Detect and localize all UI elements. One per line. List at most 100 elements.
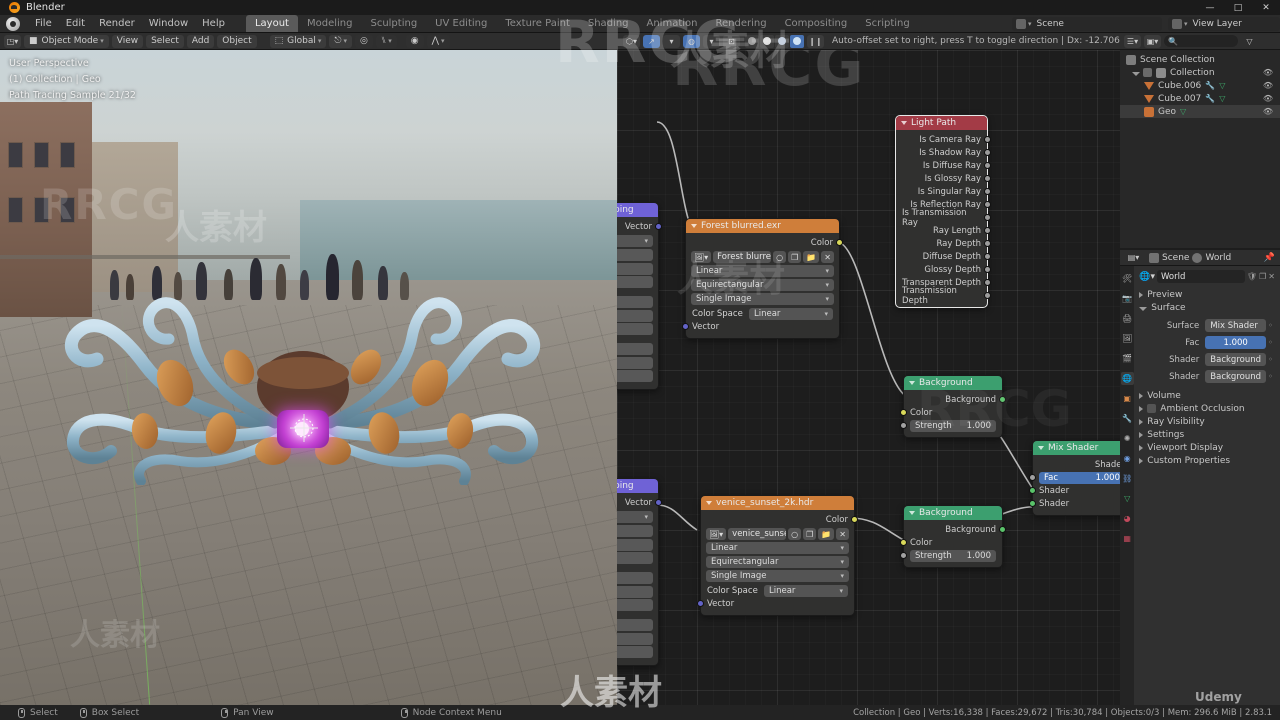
env-forest-input-vector[interactable]: Vector [682,320,839,333]
surface-field-shader-1[interactable]: Shader Background ◦ [1139,352,1275,367]
image-browse-icon[interactable]: 🖼▾ [691,251,712,263]
tab-physics-icon[interactable]: ◉ [1121,452,1134,465]
editor-type-icon[interactable]: ◳▾ [4,34,21,48]
tab-view-layer-icon[interactable]: 🖼 [1121,332,1134,345]
outliner-row-collection[interactable]: Collection 👁 [1120,66,1280,79]
transform-orientation-dropdown[interactable]: ⬚ Global ▾ [269,34,327,48]
animate-dot-icon[interactable]: ◦ [1266,372,1275,381]
unlink-image-icon[interactable]: ✕ [836,528,849,540]
tab-scripting[interactable]: Scripting [856,15,918,32]
mapping-top-type-dropdown[interactable]: ▾ [617,235,653,247]
menu-window[interactable]: Window [142,16,195,31]
surface-field-fac[interactable]: Fac 1.000 ◦ [1139,335,1275,350]
viewport-menu-select[interactable]: Select [146,34,184,48]
open-image-icon[interactable]: 📁 [803,251,820,263]
env-forest-image-selector[interactable]: 🖼▾ Forest blurred.exr ○ ❐ 📁 ✕ [691,251,834,263]
tab-particles-icon[interactable]: ✺ [1121,432,1134,445]
background-top-strength-row[interactable]: Strength 1.000 [900,419,1002,432]
mix-shader-fac-row[interactable]: Fac 1.000 [1029,471,1120,484]
output-socket[interactable] [984,188,991,195]
outliner-row-scene-collection[interactable]: Scene Collection [1120,53,1280,66]
env-venice-source[interactable]: Single Image ▾ [706,570,849,582]
tab-rendering[interactable]: Rendering [706,15,775,32]
env-venice-image-selector[interactable]: 🖼▾ venice_sunset_2... ○ ❐ 📁 ✕ [706,528,849,540]
outliner-editor-type-icon[interactable]: ☰▾ [1124,34,1141,48]
surface-field-shader-2[interactable]: Shader Background ◦ [1139,369,1275,384]
chevron-down-icon[interactable] [1139,306,1148,311]
light-path-output-is-transmission-ray[interactable]: Is Transmission Ray [896,208,991,228]
viewport-overlay-icon[interactable]: ⋀ ▾ [426,34,450,48]
maximize-button[interactable]: □ [1224,0,1252,15]
light-path-output-diffuse-depth[interactable]: Diffuse Depth [896,250,991,263]
shading-rendered-button[interactable] [790,34,804,48]
tab-shading[interactable]: Shading [579,15,638,32]
light-path-output-glossy-depth[interactable]: Glossy Depth [896,263,991,276]
mix-shader-input-shader-1[interactable]: Shader [1029,484,1120,497]
modifier-icon[interactable]: 🔧 [1205,94,1215,103]
outliner-row-geo[interactable]: Geo ▽ 👁 [1120,105,1280,118]
node-env-venice-header[interactable]: venice_sunset_2k.hdr [701,496,854,510]
tab-sculpting[interactable]: Sculpting [361,15,426,32]
fake-user-icon[interactable]: ○ [788,528,802,540]
outliner-row-cube-007[interactable]: Cube.007 🔧 ▽ 👁 [1120,92,1280,105]
output-socket[interactable] [984,201,991,208]
light-path-output-ray-length[interactable]: Ray Length [896,224,991,237]
mapping-top-loc-x[interactable]: 0 m [617,249,653,261]
mix-shader-output[interactable]: Shader [1033,458,1120,471]
background-bottom-strength-row[interactable]: Strength 1.000 [900,549,1002,562]
section-settings[interactable]: Settings [1139,428,1275,441]
tab-tool-icon[interactable]: 🛠 [1121,272,1134,285]
node-background-top[interactable]: Background Background Color Strength 1.0… [900,375,1006,438]
node-background-bottom[interactable]: Background Background Color Strength 1.0… [900,505,1006,568]
menu-file[interactable]: File [28,16,59,31]
menu-edit[interactable]: Edit [59,16,92,31]
tab-constraints-icon[interactable]: ⛓ [1121,472,1134,485]
unlink-image-icon[interactable]: ✕ [821,251,834,263]
shading-wireframe-button[interactable] [745,34,759,48]
background-top-output[interactable]: Background [904,393,1006,406]
animate-dot-icon[interactable]: ◦ [1266,321,1275,330]
output-socket[interactable] [984,292,991,299]
visibility-eye-icon[interactable]: 👁 [1263,94,1273,103]
tab-compositing[interactable]: Compositing [776,15,857,32]
shader-node-editor[interactable]: Mapping Vector ▾ 0 m 0 m 0 m 0° 0° 0° 1.… [617,50,1120,705]
world-shader-icon[interactable]: ◍ [683,34,700,48]
tab-object-icon[interactable]: ▣ [1121,392,1134,405]
tab-output-icon[interactable]: 🖨 [1121,312,1134,325]
tab-modeling[interactable]: Modeling [298,15,362,32]
unlink-world-icon[interactable]: ✕ [1268,272,1275,281]
surface-value-shader-2[interactable]: Background [1205,370,1266,383]
section-ray-visibility[interactable]: Ray Visibility [1139,415,1275,428]
scene-object-geo[interactable] [25,255,545,486]
env-venice-colorspace-value[interactable]: Linear ▾ [764,584,848,597]
ambient-occlusion-checkbox[interactable] [1147,404,1157,413]
mapping-bottom-scale-y[interactable]: 1.000 [617,632,653,645]
outliner-filter-icon[interactable]: ▽ [1241,35,1258,48]
viewport-menu-add[interactable]: Add [186,34,215,48]
chevron-right-icon[interactable] [1139,444,1144,451]
fake-user-icon[interactable]: ○ [773,251,787,263]
mapping-top-output-vector[interactable]: Vector [617,220,662,233]
outliner-search-input[interactable]: 🔍 [1164,35,1238,47]
world-name-field[interactable]: World [1157,270,1245,283]
node-mapping-bottom-header[interactable]: Mapping [617,479,658,493]
node-light-path[interactable]: Light Path Is Camera Ray Is Shadow Ray Is … [895,115,991,308]
mapping-top-scale-z[interactable]: 1.000 [617,370,653,382]
mix-shader-input-shader-2[interactable]: Shader [1029,497,1120,510]
mesh-data-icon[interactable]: ▽ [1219,81,1225,90]
mapping-top-rot-z[interactable]: 0° [617,323,653,335]
mapping-top-scale-y[interactable]: 1.000 [617,356,653,369]
env-forest-image-name[interactable]: Forest blurred.exr [713,251,772,263]
tab-animation[interactable]: Animation [638,15,707,32]
snap-magnet-icon[interactable]: ⎋ ▾ [329,34,352,48]
chevron-right-icon[interactable] [1139,457,1144,464]
collection-checkbox[interactable] [1143,68,1152,77]
mapping-top-rot-y[interactable]: 0° [617,309,653,322]
visibility-eye-icon[interactable]: 👁 [1263,68,1273,77]
mapping-top-rot-x[interactable]: 0° [617,296,653,308]
transform-gizmo[interactable] [287,411,321,445]
mapping-bottom-scale-x[interactable]: 1.000 [617,619,653,631]
pin-icon[interactable]: 📌 [1264,253,1275,263]
node-mapping-bottom[interactable]: Mapping Vector ▾ 0 m 0 m 0 m 0° 0° 0° 1.… [617,478,662,666]
output-socket[interactable] [984,279,991,286]
